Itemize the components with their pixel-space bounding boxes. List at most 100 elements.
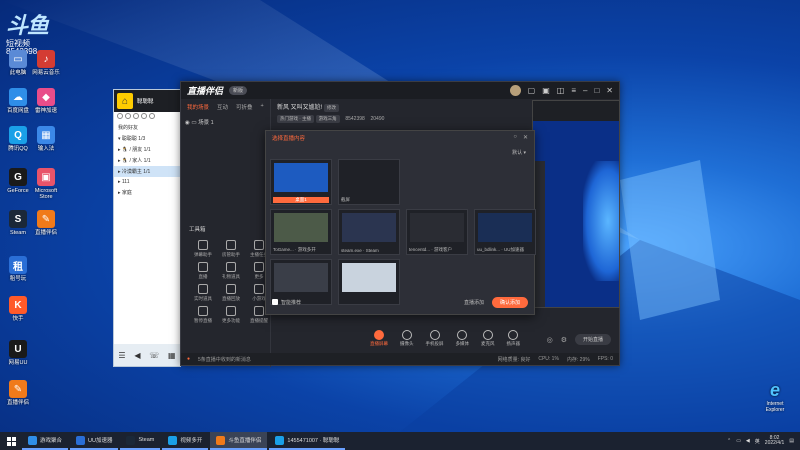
source-thumbnail[interactable]: tencentd... · 游戏客户 <box>406 209 468 255</box>
source-thumbnail[interactable]: steam.exe · Steam <box>338 209 400 255</box>
tool-button[interactable]: 直播 <box>189 262 217 280</box>
tray-volume-icon[interactable]: ◀ <box>746 438 750 444</box>
tool-icon <box>226 262 236 272</box>
source-thumbnail[interactable]: 截屏 <box>338 159 400 205</box>
tool-button[interactable]: 更多功能 <box>217 306 245 324</box>
source-thumbnail[interactable]: uu_bdlink... · UU加速器 <box>474 209 536 255</box>
minimize-icon[interactable]: – <box>583 86 587 95</box>
tab-my-scene[interactable]: 我的场景 <box>187 103 209 111</box>
tool-button[interactable]: 房管助手 <box>217 240 245 258</box>
confirm-add-button[interactable]: 确认添加 <box>491 296 528 308</box>
desktop-icon[interactable]: ▣ Microsoft Store <box>28 168 64 200</box>
clock[interactable]: 8:02 2022/4/1 <box>765 435 784 447</box>
source-thumbnail[interactable]: 桌面1 <box>270 159 332 205</box>
qq-contact-row[interactable]: ▸ 🐧 / 朋友 1/1 <box>114 144 180 155</box>
taskbar-app[interactable]: Steam <box>120 432 161 450</box>
bottom-right-controls: ◎ ⚙ 开始直播 <box>547 334 611 345</box>
message-icon[interactable]: ▢ <box>528 86 536 95</box>
record-icon[interactable]: ◎ <box>547 336 553 344</box>
taskbar-app[interactable]: 视频多开 <box>162 432 209 450</box>
qq-menu-icon[interactable]: ☰ <box>118 351 125 360</box>
desktop-icon[interactable]: U 网易UU <box>0 340 36 366</box>
qq-contact-row[interactable]: ▾ 聪聪聪 1/3 <box>114 133 180 144</box>
source-button[interactable]: 扬声器 <box>507 329 520 347</box>
desktop-icon[interactable]: K 快手 <box>0 296 36 322</box>
qq-contact-row[interactable]: ▸ 🐧 / 家人 1/1 <box>114 155 180 166</box>
scene-item[interactable]: ◉ ▭ 场景 1 <box>185 118 214 126</box>
edit-title-button[interactable]: 修改 <box>324 104 340 112</box>
settings-icon[interactable]: ⚙ <box>561 336 567 344</box>
preview-canvas[interactable] <box>532 100 620 308</box>
qq-call-icon[interactable]: ☏ <box>149 351 159 360</box>
status-warning[interactable]: 5条直播中收到的新消息 <box>198 356 251 363</box>
add-scene-button[interactable]: + <box>261 103 264 109</box>
taskbar-app[interactable]: UU加速器 <box>70 432 119 450</box>
desktop-icon[interactable]: ▦ 输入法 <box>28 126 64 152</box>
tool-button[interactable]: 弹幕助手 <box>189 240 217 258</box>
recommend-checkbox[interactable] <box>272 299 278 305</box>
tool-label: 礼物道具 <box>222 274 240 279</box>
desktop-icon[interactable]: ◆ 雷神加速 <box>28 88 64 114</box>
tool-button[interactable]: 暂停直播 <box>189 306 217 324</box>
source-thumbnail[interactable]: ToGame... · 游戏多开 <box>270 209 332 255</box>
tool-icon <box>254 262 264 272</box>
source-button[interactable]: 手机投屏 <box>426 329 444 347</box>
add-live-button[interactable]: 直播添加 <box>464 299 484 306</box>
desktop-icon[interactable]: ✎ 直播伴侣 <box>0 380 36 406</box>
help-icon[interactable]: ○ <box>513 134 517 141</box>
tray-chevron-icon[interactable]: ⌃ <box>727 438 731 444</box>
system-tray: ⌃ ▭ ◀ 英 8:02 2022/4/1 ▤ <box>727 435 800 447</box>
start-button[interactable] <box>0 432 22 450</box>
eye-icon[interactable]: ◉ <box>185 120 190 126</box>
sort-dropdown[interactable]: 默认 ▾ <box>512 149 526 156</box>
desktop-icon[interactable]: ✎ 直播伴侣 <box>28 210 64 236</box>
source-button[interactable]: 麦克风 <box>481 329 495 347</box>
tray-language[interactable]: 英 <box>755 438 760 445</box>
thumbnail-caption: uu_bdlink... · UU加速器 <box>477 247 525 252</box>
taskbar-app[interactable]: 1455471007 · 聪聪聪 <box>269 432 346 450</box>
ie-desktop-icon[interactable]: e Internet Explorer <box>760 380 790 413</box>
start-live-button[interactable]: 开始直播 <box>574 334 611 345</box>
desktop-icon[interactable]: ♪ 网易云音乐 <box>28 50 64 76</box>
thumbnail-caption: tencentd... · 游戏客户 <box>409 247 453 252</box>
source-label: 麦克风 <box>481 340 495 346</box>
taskbar-app-icon <box>216 435 226 445</box>
taskbar-app[interactable]: 游戏聚合 <box>22 432 69 450</box>
qq-window[interactable]: ⌂ 聪聪聪 我的好友 ▾ 聪聪聪 1/3 ▸ 🐧 / 朋友 1/1 ▸ 🐧 / 家人 … <box>113 89 181 367</box>
thumbnail-image <box>342 213 396 242</box>
category-tag[interactable]: 热门游戏 · 主播 <box>277 115 314 123</box>
tool-button[interactable]: 实时道具 <box>189 284 217 302</box>
taskbar-app-icon <box>168 435 178 445</box>
maximize-icon[interactable]: □ <box>594 86 599 95</box>
source-button[interactable]: 直播屏幕 <box>370 329 388 347</box>
source-button[interactable]: 摄像头 <box>400 329 414 347</box>
tray-network-icon[interactable]: ▭ <box>736 438 741 444</box>
subcategory-tag[interactable]: 游戏三角 <box>315 115 340 123</box>
qq-apps-icon[interactable]: ▦ <box>168 351 176 360</box>
tab-interact[interactable]: 互动 <box>217 103 228 111</box>
chat-icon[interactable]: ▣ <box>542 86 550 95</box>
desktop-icon[interactable]: 租租号玩 <box>0 256 36 282</box>
tool-button[interactable]: 礼物道具 <box>217 262 245 280</box>
home-icon[interactable]: ⌂ <box>117 93 133 109</box>
source-button[interactable]: 多媒体 <box>456 329 469 347</box>
source-dialog[interactable]: 选择直播内容 ○ ✕ 默认 ▾ 桌面1 截屏 ToGame... · 游戏多开 ste… <box>265 130 536 315</box>
bag-icon[interactable]: ◫ <box>557 86 565 95</box>
qq-contact-row[interactable]: 我的好友 <box>114 122 180 133</box>
qq-contact-row[interactable]: ▸ 冷漠霸主 1/1 <box>114 166 180 177</box>
tool-button[interactable]: 直播回放 <box>217 284 245 302</box>
menu-icon[interactable]: ≡ <box>571 86 576 95</box>
qq-speaker-icon[interactable]: ◀ <box>134 351 140 360</box>
dialog-title: 选择直播内容 <box>272 135 306 142</box>
tab-collapse[interactable]: 可折叠 <box>236 103 253 111</box>
dialog-close-icon[interactable]: ✕ <box>523 134 528 141</box>
avatar[interactable] <box>509 85 521 96</box>
close-icon[interactable]: ✕ <box>606 86 613 95</box>
app-icon: ♪ <box>37 50 55 68</box>
qq-contact-row[interactable]: ▸ 111 <box>114 177 180 187</box>
taskbar-app[interactable]: 斗鱼直播伴侣 <box>210 432 268 450</box>
dialog-header: 选择直播内容 ○ ✕ <box>266 131 534 144</box>
qq-contact-row[interactable]: ▸ 家庭 <box>114 187 180 198</box>
notification-icon[interactable]: ▤ <box>789 438 794 444</box>
qq-footer: ☰ ◀ ☏ ▦ <box>114 344 180 366</box>
